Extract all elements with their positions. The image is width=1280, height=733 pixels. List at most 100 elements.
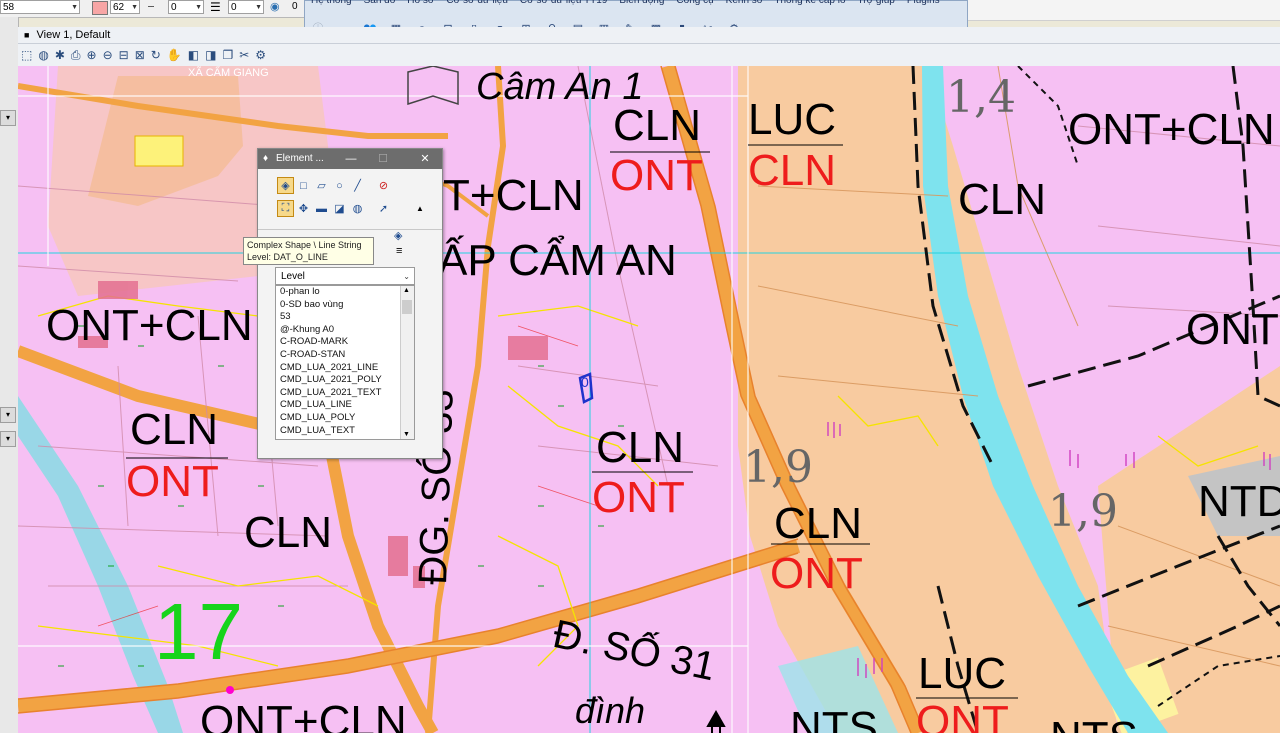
dialog-icon: ♦ xyxy=(263,153,269,164)
close-icon[interactable]: ✕ xyxy=(414,149,436,169)
menu-icon[interactable]: ≡ xyxy=(396,245,402,257)
style-value: 0 xyxy=(171,2,177,13)
window-area-icon[interactable]: ⊟ xyxy=(119,48,129,62)
clip-icon[interactable]: ✂ xyxy=(239,48,249,62)
view-next-icon[interactable]: ◨ xyxy=(205,48,216,62)
arrow-icon[interactable]: ➚ xyxy=(375,200,392,217)
lot-number-label: 1,9 xyxy=(1048,486,1118,537)
land-code-ont-cln: ONT+CLN xyxy=(46,301,253,350)
pan-icon[interactable]: ✋ xyxy=(167,48,182,62)
chevron-down-icon: ▼ xyxy=(131,4,138,11)
settings-icon[interactable]: ⚙ xyxy=(255,48,266,62)
land-code-ont: ONT xyxy=(610,151,703,200)
level-list-item[interactable]: @-Khung A0 xyxy=(276,324,414,337)
rectangle-icon[interactable]: □ xyxy=(295,177,312,194)
land-code-nts: NTS xyxy=(790,703,878,733)
level-dropdown[interactable]: Level ⌄ xyxy=(275,267,415,285)
level-list-item[interactable]: CMD_LUA_LINE xyxy=(276,399,414,412)
chevron-down-icon[interactable]: ▾ xyxy=(0,431,16,447)
level-list-item[interactable]: CMD_LUA_TEXT xyxy=(276,425,414,438)
menu-item[interactable]: Biến động xyxy=(619,0,664,6)
rotate-icon[interactable]: ↻ xyxy=(151,48,161,62)
menu-item[interactable]: Cơ sở dữ liệu TT19 xyxy=(520,0,607,6)
level-list-item[interactable]: 0-SD bao vùng xyxy=(276,299,414,312)
level-list-item[interactable]: C-ROAD-STAN xyxy=(276,349,414,362)
level-combo[interactable]: 58 ▼ xyxy=(0,0,80,14)
view-window-title: ■ View 1, Default xyxy=(18,27,1280,44)
fit-view-icon[interactable]: ⊠ xyxy=(135,48,145,62)
menu-item[interactable]: Thống kê cấp lô xyxy=(774,0,845,6)
parallelogram-icon[interactable]: ▱ xyxy=(313,177,330,194)
menu-item[interactable]: Hệ thống xyxy=(311,0,352,6)
line-icon[interactable]: ╱ xyxy=(349,177,366,194)
layers-icon[interactable]: ◈ xyxy=(394,229,402,242)
land-code-ont: ONT xyxy=(770,549,863,598)
no-icon[interactable]: ⊘ xyxy=(375,177,392,194)
zoom-in-icon[interactable]: ⊕ xyxy=(87,48,97,62)
minimize-icon[interactable]: — xyxy=(340,149,362,169)
level-list-item[interactable]: CMD_LUA_POLY xyxy=(276,412,414,425)
view-previous-icon[interactable]: ◧ xyxy=(188,48,199,62)
level-list-item[interactable]: 0-phan lo xyxy=(276,286,414,299)
maximize-icon[interactable]: ☐ xyxy=(372,149,394,169)
scroll-up-icon[interactable]: ▲ xyxy=(403,287,410,294)
weight-value: 0 xyxy=(231,2,237,13)
menu-bar: Hệ thống Sản đồ Hồ sơ Cơ sở dữ liệu Cơ sở dữ… xyxy=(305,0,946,7)
scroll-thumb[interactable] xyxy=(402,300,412,314)
menu-item[interactable]: Trợ giúp xyxy=(858,0,895,6)
chevron-down-icon[interactable]: ▾ xyxy=(0,407,16,423)
color-combo[interactable]: 62 ▼ xyxy=(110,0,140,14)
move-icon[interactable]: ✥ xyxy=(295,200,312,217)
view-icon: ■ xyxy=(24,30,30,40)
land-code-cln: CLN xyxy=(958,175,1047,224)
print-icon[interactable]: ⎙ xyxy=(71,48,81,63)
style-combo[interactable]: 0 ▼ xyxy=(168,0,204,14)
place-element-icon[interactable]: ◈ xyxy=(277,177,294,194)
level-list-item[interactable]: C-ROAD-MARK xyxy=(276,336,414,349)
lot-number-label: 1,4 xyxy=(946,72,1016,123)
weight-combo[interactable]: 0 ▼ xyxy=(228,0,264,14)
globe-icon[interactable]: ◍ xyxy=(349,200,366,217)
minus-icon[interactable]: ▬ xyxy=(313,200,330,217)
element-selection-icon[interactable]: ⛶ xyxy=(277,200,294,217)
copy-view-icon[interactable]: ❐ xyxy=(222,48,233,62)
zone-number-label: 17 xyxy=(154,587,243,676)
level-list-item[interactable]: CMD_LUA_2021_POLY xyxy=(276,374,414,387)
menu-item[interactable]: Cơ sở dữ liệu xyxy=(446,0,508,6)
menu-item[interactable]: Kênh số xyxy=(726,0,763,6)
dialog-titlebar[interactable]: ♦ Element ... — ☐ ✕ xyxy=(258,149,442,169)
scroll-down-icon[interactable]: ▼ xyxy=(403,431,410,438)
menu-item[interactable]: Plugins xyxy=(907,0,940,6)
level-list-item[interactable]: 53 xyxy=(276,311,414,324)
chevron-down-icon: ▼ xyxy=(255,4,262,11)
menu-item[interactable]: Công cụ xyxy=(676,0,713,6)
level-list[interactable]: 0-phan lo 0-SD bao vùng 53 @-Khung A0 C-ROAD… xyxy=(275,285,415,440)
map-canvas[interactable]: XÃ CẨM GIANG Câm An 1 CLN ONT LUC CLN 1,… xyxy=(18,66,1280,733)
expand-arrow-icon[interactable]: ▲ xyxy=(416,204,424,213)
top-right-bar xyxy=(968,0,1280,21)
land-code-cln: CLN xyxy=(613,101,702,150)
globe-icon[interactable]: ◍ xyxy=(38,48,48,62)
scrollbar[interactable]: ▲ ▼ xyxy=(400,286,414,439)
select-icon[interactable]: ⬚ xyxy=(21,48,32,62)
level-header: Level xyxy=(281,271,305,282)
fill-icon[interactable]: ◪ xyxy=(331,200,348,217)
star-icon[interactable]: ✱ xyxy=(55,48,65,62)
land-code-ont: ONT xyxy=(126,457,219,506)
transparency-value: 0 xyxy=(292,1,298,12)
color-swatch[interactable] xyxy=(92,1,108,15)
chevron-down-icon[interactable]: ▾ xyxy=(0,110,16,126)
zoom-out-icon[interactable]: ⊖ xyxy=(103,48,113,62)
level-list-item[interactable]: CMD_LUA_2021_TEXT xyxy=(276,387,414,400)
land-code-ont: ONT xyxy=(916,697,1009,733)
menu-item[interactable]: Hồ sơ xyxy=(407,0,434,6)
menu-item[interactable]: Sản đồ xyxy=(364,0,396,6)
circle-icon[interactable]: ○ xyxy=(331,177,348,194)
selected-element-marker: 0 xyxy=(581,374,589,390)
land-code-ont-cln: ONT+CLN xyxy=(1068,105,1275,154)
level-list-item[interactable]: CMD_LUA_2021_LINE xyxy=(276,362,414,375)
land-code-ont: ONT xyxy=(592,473,685,522)
line-style-icon: ┄ xyxy=(148,2,155,13)
view-title: View 1, Default xyxy=(36,29,111,41)
land-code-luc: LUC xyxy=(918,649,1007,698)
